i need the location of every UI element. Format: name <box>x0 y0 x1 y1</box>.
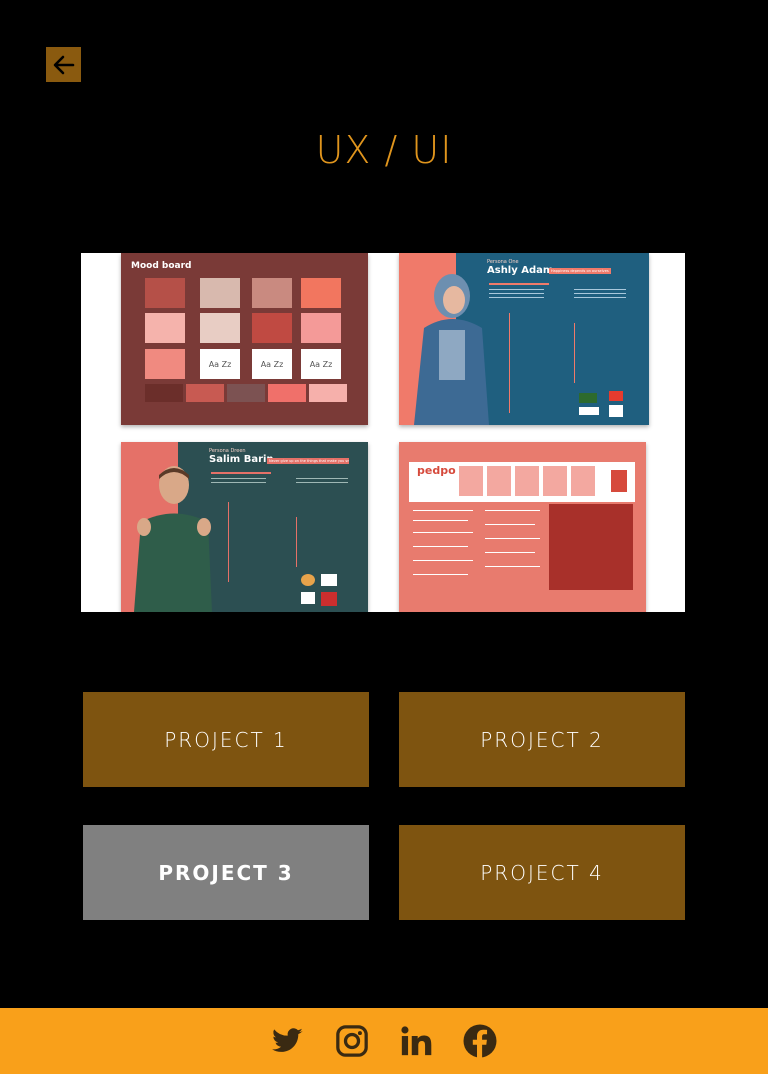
project-4-button[interactable]: PROJECT 4 <box>399 825 685 920</box>
type-sample: Aa Zz <box>252 349 292 379</box>
moodboard-swatch <box>301 278 341 308</box>
persona-tag: Never give up on the things that make yo… <box>267 458 349 464</box>
footer <box>0 1008 768 1074</box>
persona-name: Ashly Adam <box>487 265 554 276</box>
moodboard-swatch <box>301 313 341 343</box>
persona-photo <box>414 274 489 425</box>
moodboard-swatch <box>145 349 185 379</box>
persona-panel-salim: Persona Dreen Salim Barin Never give up … <box>121 442 368 612</box>
arrow-left-icon <box>53 55 74 74</box>
moodboard-swatch <box>200 313 240 343</box>
project-showcase-image: Mood board Aa Zz Aa Zz Aa Zz Persona One… <box>81 253 685 612</box>
moodboard-swatch <box>145 278 185 308</box>
project-3-button[interactable]: PROJECT 3 <box>83 825 369 920</box>
persona-photo <box>134 466 212 612</box>
type-sample: Aa Zz <box>301 349 341 379</box>
moodboard-swatch <box>145 313 185 343</box>
brief-logo: pedpo <box>417 464 456 477</box>
palette-swatch <box>268 384 306 402</box>
twitter-icon <box>272 1028 303 1052</box>
persona-panel-ashly: Persona One Ashly Adam Happiness depends… <box>399 253 649 425</box>
palette-swatch <box>186 384 224 402</box>
project-1-button[interactable]: PROJECT 1 <box>83 692 369 787</box>
moodboard-swatch <box>252 278 292 308</box>
moodboard-panel: Mood board Aa Zz Aa Zz Aa Zz <box>121 253 368 425</box>
moodboard-swatch <box>200 278 240 308</box>
facebook-link[interactable] <box>462 1023 498 1059</box>
palette-swatch <box>309 384 347 402</box>
palette-swatch <box>145 384 183 402</box>
linkedin-icon <box>401 1026 432 1056</box>
moodboard-swatch <box>252 313 292 343</box>
moodboard-title: Mood board <box>131 261 192 271</box>
page-title: UX / UI <box>315 128 453 172</box>
palette-swatch <box>227 384 265 402</box>
facebook-icon <box>463 1024 497 1058</box>
instagram-icon <box>336 1025 368 1057</box>
type-sample: Aa Zz <box>200 349 240 379</box>
persona-name: Salim Barin <box>209 454 274 465</box>
back-button[interactable] <box>46 47 81 82</box>
linkedin-link[interactable] <box>398 1023 434 1059</box>
twitter-link[interactable] <box>270 1023 306 1059</box>
instagram-link[interactable] <box>334 1023 370 1059</box>
persona-tag: Happiness depends on ourselves <box>549 268 611 274</box>
project-2-button[interactable]: PROJECT 2 <box>399 692 685 787</box>
project-brief-panel: pedpo <box>399 442 646 612</box>
